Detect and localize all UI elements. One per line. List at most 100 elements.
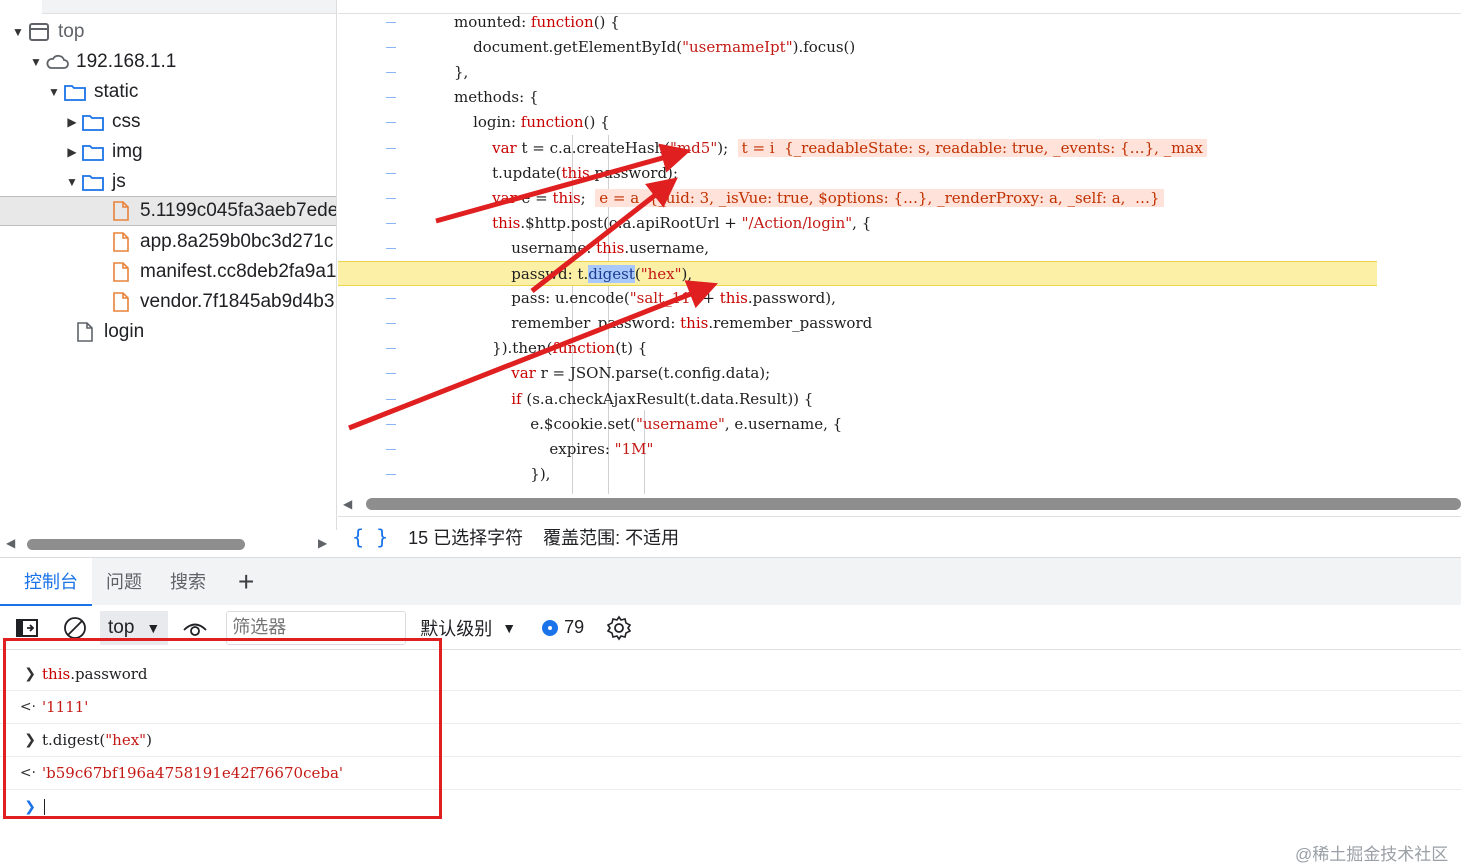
- code-line[interactable]: var t = c.a.createHash("md5"); t = i {_r…: [338, 136, 1377, 161]
- code-token: function: [530, 13, 594, 31]
- code-token: },: [454, 63, 469, 82]
- tree-item-folder-css[interactable]: ▶ css: [0, 107, 336, 137]
- selected-text: digest: [588, 265, 635, 283]
- code-token: () {: [593, 13, 620, 31]
- code-line[interactable]: var e = this; e = a {_uid: 3, _isVue: tr…: [338, 186, 1377, 211]
- scroll-left-icon[interactable]: ◀: [343, 497, 352, 511]
- expand-caret-icon[interactable]: ▼: [10, 25, 26, 39]
- inline-value-preview: e = a {_uid: 3, _isVue: true, $options: …: [595, 188, 1164, 207]
- code-line[interactable]: t.update(this.password);: [338, 161, 1377, 186]
- code-token: methods: {: [454, 88, 539, 107]
- editor-status-bar: { } 15 已选择字符 覆盖范围: 不适用: [338, 516, 1461, 556]
- folder-icon: [80, 141, 106, 163]
- code-token: this: [552, 188, 581, 207]
- tree-item-file-app[interactable]: app.8a259b0bc3d271c: [0, 227, 336, 257]
- tree-label: login: [104, 321, 145, 342]
- expand-caret-icon[interactable]: ▼: [28, 55, 44, 69]
- tree-label: vendor.7f1845ab9d4b3: [140, 291, 335, 312]
- tree-label: top: [58, 21, 85, 42]
- js-file-icon: [108, 261, 134, 283]
- js-file-icon: [108, 231, 134, 253]
- code-token: function: [520, 113, 584, 132]
- code-token: passwd: t.: [454, 265, 589, 283]
- gear-icon[interactable]: [606, 615, 632, 641]
- code-token: );: [717, 138, 738, 157]
- code-line[interactable]: }).then(function(t) {: [338, 336, 1377, 361]
- code-token: "md5": [670, 138, 718, 157]
- code-token: t.update(: [454, 163, 562, 182]
- tree-item-page-login[interactable]: login: [0, 317, 336, 347]
- code-token: t = c.a.createHash(: [516, 138, 671, 157]
- code-token: }),: [454, 464, 551, 483]
- tree-label: manifest.cc8deb2fa9a1: [140, 261, 337, 282]
- file-tree-panel: ▼ top ▼ 192.168.1.1 ▼ static ▶ css ▶ img: [0, 0, 337, 530]
- scroll-thumb[interactable]: [366, 498, 1461, 510]
- inline-value-preview: t = i {_readableState: s, readable: true…: [737, 138, 1207, 157]
- log-level-selector[interactable]: 默认级别 ▼: [420, 615, 516, 641]
- collapse-caret-icon[interactable]: ▶: [64, 145, 80, 159]
- tree-item-top[interactable]: ▼ top: [0, 17, 336, 47]
- code-line[interactable]: }),: [338, 462, 1377, 487]
- clear-console-icon[interactable]: [62, 615, 88, 641]
- code-token: r = JSON.parse(t.config.data);: [535, 364, 771, 383]
- code-token: this: [719, 289, 748, 308]
- log-level-value: 默认级别: [420, 618, 493, 639]
- editor-horizontal-scrollbar[interactable]: ◀: [338, 494, 1461, 514]
- scroll-right-icon[interactable]: ▶: [318, 536, 327, 550]
- code-token: this: [596, 238, 625, 257]
- tree-label: img: [112, 141, 143, 162]
- add-tab-icon[interactable]: +: [220, 558, 268, 606]
- code-token: "salt_11": [629, 289, 698, 308]
- code-line[interactable]: mounted: function() {: [338, 10, 1377, 35]
- code-token: ).focus(): [792, 38, 856, 57]
- code-token: expires:: [454, 439, 615, 458]
- message-count[interactable]: 79: [542, 617, 584, 638]
- tree-item-host[interactable]: ▼ 192.168.1.1: [0, 47, 336, 77]
- code-line[interactable]: remember_password: this.remember_passwor…: [338, 311, 1377, 336]
- folder-icon: [80, 171, 106, 193]
- tree-toolbar: [0, 0, 336, 14]
- tree-item-file-selected[interactable]: 5.1199c045fa3aeb7ede: [0, 196, 336, 226]
- tree-item-folder-static[interactable]: ▼ static: [0, 77, 336, 107]
- tree-item-folder-js[interactable]: ▼ js: [0, 167, 336, 197]
- tab-search[interactable]: 搜索: [156, 558, 220, 606]
- tree-item-file-manifest[interactable]: manifest.cc8deb2fa9a1: [0, 257, 337, 287]
- code-token: () {: [583, 113, 610, 132]
- sidebar-toggle-icon[interactable]: [14, 615, 40, 641]
- code-line-paused[interactable]: passwd: t.digest("hex"),: [338, 261, 1377, 286]
- code-line[interactable]: username: this.username,: [338, 236, 1377, 261]
- code-line[interactable]: if (s.a.checkAjaxResult(t.data.Result)) …: [338, 387, 1377, 412]
- code-line[interactable]: pass: u.encode("salt_11" + this.password…: [338, 286, 1377, 311]
- tree-item-folder-img[interactable]: ▶ img: [0, 137, 336, 167]
- code-token: mounted:: [454, 13, 531, 31]
- tree-item-file-vendor[interactable]: vendor.7f1845ab9d4b3: [0, 287, 336, 317]
- tree-label: js: [112, 171, 126, 192]
- tree-horizontal-scrollbar[interactable]: ◀ ▶: [0, 534, 337, 554]
- code-line[interactable]: expires: "1M": [338, 437, 1377, 462]
- tab-issues[interactable]: 问题: [92, 558, 156, 606]
- tab-console[interactable]: 控制台: [0, 557, 92, 606]
- code-editor[interactable]: mounted: function() { document.getElemen…: [338, 0, 1461, 494]
- tree-label: static: [94, 81, 139, 102]
- code-token: pass: u.encode(: [454, 289, 630, 308]
- collapse-caret-icon[interactable]: ▶: [64, 115, 80, 129]
- code-token: , e.username, {: [724, 414, 843, 433]
- code-line[interactable]: var r = JSON.parse(t.config.data);: [338, 361, 1377, 386]
- code-token: var: [454, 364, 536, 383]
- message-bubble-icon: [542, 619, 559, 636]
- pretty-print-icon[interactable]: { }: [352, 525, 388, 549]
- code-line[interactable]: },: [338, 60, 1377, 85]
- code-line[interactable]: this.$http.post(o.a.apiRootUrl + "/Actio…: [338, 211, 1377, 236]
- tree-label: css: [112, 111, 141, 132]
- cloud-icon: [44, 51, 70, 73]
- expand-caret-icon[interactable]: ▼: [46, 85, 62, 99]
- scroll-left-icon[interactable]: ◀: [6, 536, 15, 550]
- code-line[interactable]: login: function() {: [338, 110, 1377, 135]
- code-line[interactable]: methods: {: [338, 85, 1377, 110]
- scroll-thumb[interactable]: [27, 539, 245, 550]
- live-expression-eye-icon[interactable]: [182, 615, 208, 641]
- dropdown-arrow-icon: ▼: [502, 619, 517, 636]
- code-line[interactable]: document.getElementById("usernameIpt").f…: [338, 35, 1377, 60]
- code-line[interactable]: e.$cookie.set("username", e.username, {: [338, 412, 1377, 437]
- expand-caret-icon[interactable]: ▼: [64, 175, 80, 189]
